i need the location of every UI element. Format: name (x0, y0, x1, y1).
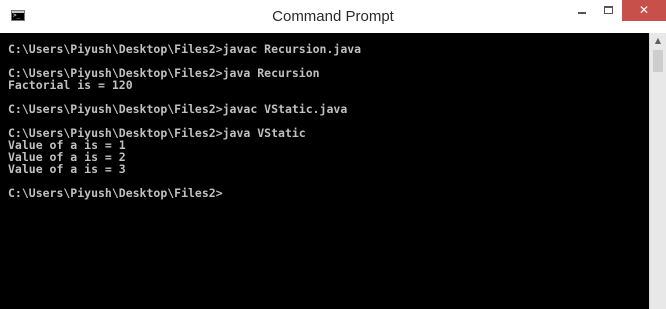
minimize-icon (578, 12, 586, 14)
console-line: Value of a is = 3 (8, 162, 126, 176)
console-line: Factorial is = 120 (8, 78, 133, 92)
console-line: C:\Users\Piyush\Desktop\Files2>javac Rec… (8, 42, 362, 56)
console-text: C:\Users\Piyush\Desktop\Files2>javac Rec… (8, 43, 361, 199)
maximize-icon (604, 6, 613, 14)
console-prompt-line: C:\Users\Piyush\Desktop\Files2> (8, 186, 223, 200)
scroll-up-arrow-icon[interactable]: ▲ (650, 33, 666, 49)
window-title: Command Prompt (272, 8, 394, 25)
title-bar[interactable]: >_ Command Prompt ✕ (0, 0, 666, 33)
minimize-button[interactable] (568, 0, 595, 21)
console-output[interactable]: C:\Users\Piyush\Desktop\Files2>javac Rec… (0, 33, 649, 309)
command-prompt-window: >_ Command Prompt ✕ C:\Users\Piyush\Desk… (0, 0, 666, 309)
console-line: C:\Users\Piyush\Desktop\Files2>javac VSt… (8, 102, 348, 116)
close-icon: ✕ (638, 3, 650, 17)
maximize-button[interactable] (595, 0, 622, 21)
vertical-scrollbar[interactable]: ▲ (649, 33, 666, 309)
close-button[interactable]: ✕ (622, 0, 666, 21)
scroll-thumb[interactable] (653, 50, 663, 72)
